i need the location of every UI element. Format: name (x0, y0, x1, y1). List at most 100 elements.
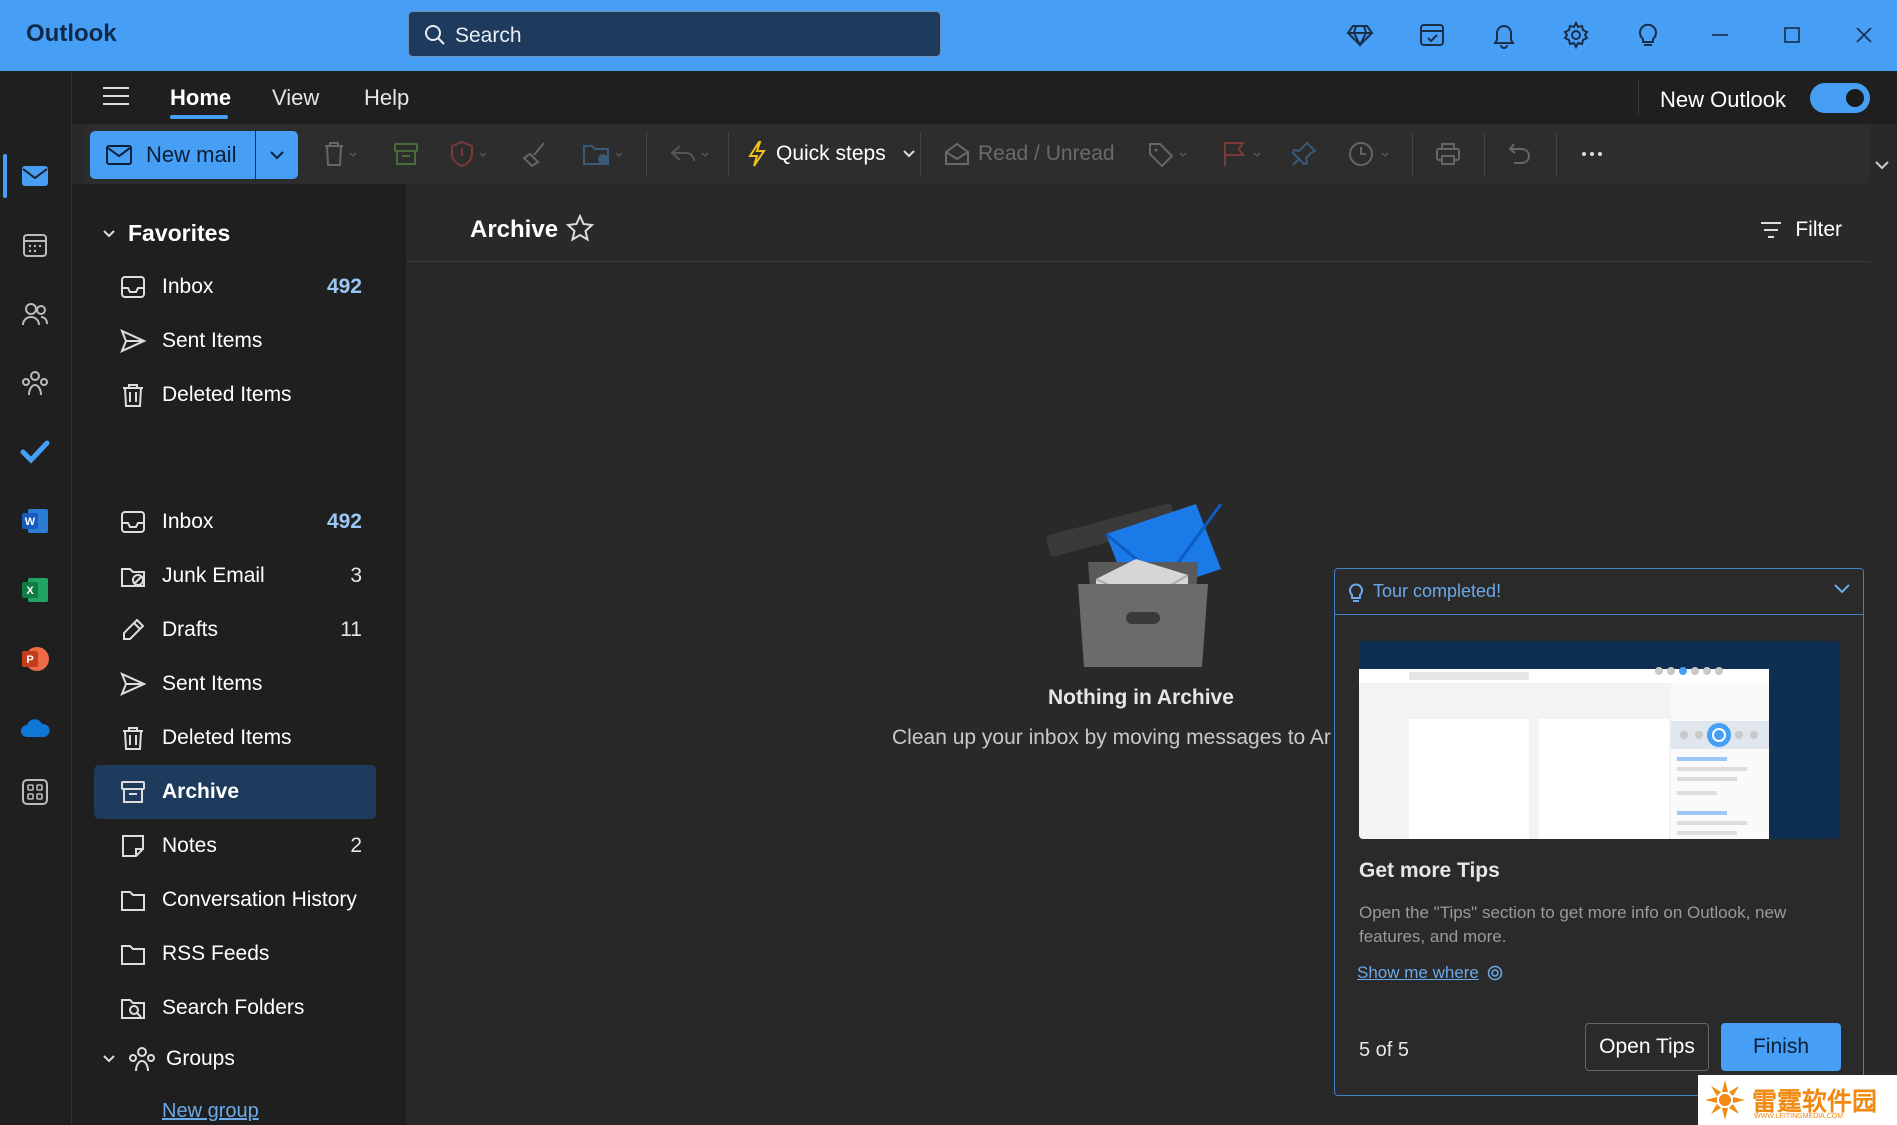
notifications-bell-icon[interactable] (1486, 17, 1522, 53)
folder-name: Inbox (162, 510, 214, 533)
unread-count: 2 (350, 834, 362, 857)
folder-notes[interactable]: Notes 2 (94, 819, 376, 873)
tour-header[interactable]: Tour completed! (1335, 569, 1863, 615)
calendar-icon[interactable] (14, 224, 56, 266)
ribbon-separator (920, 132, 921, 176)
folder-name: Inbox (162, 275, 214, 298)
word-icon[interactable]: W (14, 500, 56, 542)
onedrive-icon[interactable] (14, 707, 56, 749)
new-outlook-toggle[interactable] (1810, 83, 1870, 113)
move-to-icon[interactable] (582, 138, 626, 170)
search-box[interactable]: Search (408, 11, 941, 57)
tab-home[interactable]: Home (170, 85, 231, 111)
empty-state-subtitle: Clean up your inbox by moving messages t… (892, 726, 1331, 749)
search-icon (423, 23, 447, 47)
groups-chevron-icon (103, 1055, 115, 1063)
search-folder-icon (120, 995, 150, 1021)
groups-icon (128, 1046, 156, 1072)
report-icon[interactable] (448, 138, 492, 170)
tour-step-counter: 5 of 5 (1359, 1039, 1410, 1061)
folder-sent-items[interactable]: Sent Items (94, 314, 376, 368)
ribbon-separator (1556, 132, 1557, 176)
folder-deleted-items[interactable]: Deleted Items (94, 368, 376, 422)
menu-bar: Home View Help New Outlook (72, 71, 1897, 124)
filter-button[interactable]: Filter (1759, 218, 1842, 242)
flag-icon[interactable] (1220, 138, 1264, 170)
premium-diamond-icon[interactable] (1342, 17, 1378, 53)
notes-icon (120, 833, 150, 859)
excel-icon[interactable]: X (14, 569, 56, 611)
title-bar: Outlook Search (0, 0, 1897, 71)
folder-archive[interactable]: Archive (94, 765, 376, 819)
my-day-icon[interactable] (1414, 17, 1450, 53)
folder-icon (120, 887, 150, 913)
powerpoint-icon[interactable]: P (14, 638, 56, 680)
new-mail-dropdown[interactable] (256, 131, 298, 179)
pin-icon[interactable] (1290, 138, 1318, 170)
settings-gear-icon[interactable] (1558, 17, 1594, 53)
filter-icon (1761, 222, 1782, 238)
folder-inbox[interactable]: Inbox 492 (94, 260, 376, 314)
sweep-icon[interactable] (522, 138, 550, 170)
people-icon[interactable] (14, 293, 56, 335)
maximize-icon[interactable] (1774, 17, 1810, 53)
tab-view[interactable]: View (272, 85, 319, 111)
tag-icon[interactable] (1146, 138, 1190, 170)
lightning-icon (748, 141, 766, 167)
delete-icon[interactable] (320, 138, 360, 170)
folder-name: Archive (162, 780, 240, 803)
rail-active-indicator (3, 154, 7, 198)
show-me-where-link[interactable]: Show me where (1357, 963, 1503, 983)
folder-rss-feeds[interactable]: RSS Feeds (94, 927, 376, 981)
ribbon-separator (728, 132, 729, 176)
folder-name: Sent Items (162, 329, 263, 352)
mail-icon[interactable] (14, 155, 56, 197)
app-rail: W X P (0, 71, 72, 1125)
unread-count: 3 (350, 564, 362, 587)
hamburger-menu-icon[interactable] (102, 85, 130, 107)
folder-drafts[interactable]: Drafts 11 (94, 603, 376, 657)
new-mail-button[interactable]: New mail (90, 131, 255, 179)
groups-header[interactable]: Groups (102, 1046, 235, 1072)
tab-help[interactable]: Help (364, 85, 409, 111)
tour-heading: Get more Tips (1359, 859, 1500, 882)
archive-icon[interactable] (392, 138, 420, 170)
read-unread-button[interactable]: Read / Unread (944, 138, 1115, 170)
more-options-icon[interactable] (1578, 138, 1606, 170)
new-group-link[interactable]: New group (162, 1100, 259, 1123)
undo-icon[interactable] (1506, 138, 1534, 170)
folder-icon (120, 941, 150, 967)
quick-steps-button[interactable]: Quick steps (746, 138, 916, 170)
folder-name: Sent Items (162, 672, 263, 695)
folder-search-folders[interactable]: Search Folders (94, 981, 376, 1035)
tips-lightbulb-icon[interactable] (1630, 17, 1666, 53)
finish-button[interactable]: Finish (1721, 1023, 1841, 1071)
ribbon-collapse-chevron-icon[interactable] (1874, 160, 1890, 170)
read-unread-label: Read / Unread (978, 142, 1115, 165)
drafts-icon (120, 617, 150, 643)
tour-preview-image (1359, 641, 1839, 839)
reply-icon[interactable] (668, 138, 712, 170)
tour-header-text: Tour completed! (1373, 581, 1502, 601)
folder-sent-items[interactable]: Sent Items (94, 657, 376, 711)
groups-icon[interactable] (14, 362, 56, 404)
folder-conversation-history[interactable]: Conversation History (94, 873, 376, 927)
folder-name: Notes (162, 834, 217, 857)
minimize-icon[interactable] (1702, 17, 1738, 53)
trash-icon (120, 725, 150, 751)
close-icon[interactable] (1846, 17, 1882, 53)
snooze-clock-icon[interactable] (1348, 138, 1392, 170)
watermark-logo: 雷霆软件园 WWW.LEITINGMEDIA.COM (1698, 1075, 1897, 1125)
favorite-star-icon[interactable] (566, 214, 594, 242)
folder-deleted-items[interactable]: Deleted Items (94, 711, 376, 765)
print-icon[interactable] (1434, 138, 1462, 170)
unread-count: 11 (340, 618, 362, 641)
folder-junk-email[interactable]: Junk Email 3 (94, 549, 376, 603)
open-tips-button[interactable]: Open Tips (1585, 1023, 1709, 1071)
favorites-header[interactable]: Favorites (102, 220, 230, 247)
folder-inbox[interactable]: Inbox 492 (94, 495, 376, 549)
more-apps-icon[interactable] (14, 771, 56, 813)
todo-icon[interactable] (14, 431, 56, 473)
folder-name: Deleted Items (162, 726, 292, 749)
junk-icon (120, 563, 150, 589)
